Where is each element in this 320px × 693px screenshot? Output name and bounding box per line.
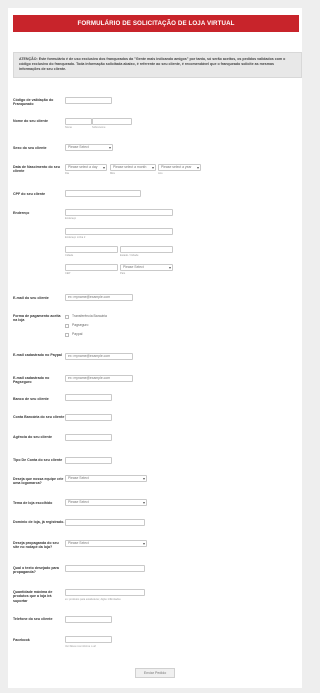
quantidade-input[interactable] xyxy=(65,589,145,596)
sublabel-ano: Ano xyxy=(158,172,163,175)
month-select[interactable]: Please select a month xyxy=(110,164,156,171)
option-paypal: Paypal xyxy=(72,332,83,336)
label-equipe: Deseja que nossa equipe crie uma logomar… xyxy=(13,477,64,486)
texto-input[interactable] xyxy=(65,565,145,572)
label-tema: Tema de loja escolhido xyxy=(13,501,53,505)
agencia-input[interactable] xyxy=(65,434,112,441)
checkbox-paypal[interactable] xyxy=(65,333,69,337)
cep-input[interactable] xyxy=(65,264,118,271)
tema-select[interactable]: Please Select xyxy=(65,499,147,506)
sublabel-facebook: Ver fãnes nos informe o url xyxy=(65,645,96,648)
label-telefone: Telefone do seu cliente xyxy=(13,617,53,621)
day-select[interactable]: Please select a day xyxy=(65,164,107,171)
propaganda-select[interactable]: Please Select xyxy=(65,540,147,547)
label-nascimento: Data de Nascimento do seu cliente xyxy=(13,165,60,174)
cpf-input[interactable] xyxy=(65,190,141,197)
label-agencia: Agência do seu cliente xyxy=(13,435,52,439)
label-quantidade: Quantidade máxima de produtos que a loja… xyxy=(13,590,53,603)
notice-box: ATENÇÃO: Este formulário é de uso exclus… xyxy=(13,52,302,78)
sublabel-pais: País xyxy=(120,272,126,275)
label-tipo-conta: Tipo De Conta do seu cliente xyxy=(13,458,63,462)
sublabel-first: Nome xyxy=(65,126,72,129)
pagseguro-email-input[interactable]: ex: myname@example.com xyxy=(65,375,133,382)
tipo-conta-input[interactable] xyxy=(65,457,112,464)
logomarca-select[interactable]: Please Select xyxy=(65,475,147,482)
form-title: FORMULÁRIO DE SOLICITAÇÃO DE LOJA VIRTUA… xyxy=(13,15,299,32)
telefone-input[interactable] xyxy=(65,616,112,623)
sublabel-estado: Estado / Cidade xyxy=(120,254,139,257)
label-banco: Banco de seu cliente xyxy=(13,397,49,401)
sublabel-cidade: Cidade xyxy=(65,254,74,257)
facebook-input[interactable] xyxy=(65,636,112,643)
sublabel-endereco: Endereço xyxy=(65,217,77,220)
option-pagseguro: Pagseguro xyxy=(72,323,89,327)
paypal-email-input[interactable]: ex: myname@example.com xyxy=(65,353,133,360)
checkbox-transferencia[interactable] xyxy=(65,315,69,319)
sublabel-last: Sobrenome xyxy=(92,126,106,129)
label-paypal: E-mail cadastrado no Paypal xyxy=(13,353,62,357)
label-email: E-mail do seu cliente xyxy=(13,296,49,300)
sublabel-cep: CEP xyxy=(65,272,71,275)
submit-button[interactable]: Enviar Pedido xyxy=(135,668,175,678)
sublabel-mes: Mês xyxy=(110,172,115,175)
form-container: FORMULÁRIO DE SOLICITAÇÃO DE LOJA VIRTUA… xyxy=(8,8,302,688)
dominio-input[interactable] xyxy=(65,519,145,526)
label-facebook: Facebook xyxy=(13,638,30,642)
label-dominio: Domínio de loja, já registrado. xyxy=(13,520,65,524)
address-line1-input[interactable] xyxy=(65,209,173,216)
country-select[interactable]: Please Select xyxy=(120,264,173,271)
sublabel-quantidade: ex: produtos para estabelecer, digite 1/… xyxy=(65,598,121,601)
year-select[interactable]: Please select a year xyxy=(158,164,201,171)
sexo-select[interactable]: Please Select xyxy=(65,144,113,151)
first-name-input[interactable] xyxy=(65,118,92,125)
sublabel-endereco2: Endereço Linha 2 xyxy=(65,236,86,239)
label-codigo: Código de validação do Franqueado xyxy=(13,98,54,107)
label-sexo: Sexo do seu cliente xyxy=(13,146,47,150)
city-input[interactable] xyxy=(65,246,118,253)
label-endereco: Endereço xyxy=(13,211,30,215)
address-line2-input[interactable] xyxy=(65,228,173,235)
email-input[interactable]: ex: myname@example.com xyxy=(65,294,133,301)
label-texto: Qual o texto desejado para propaganda? xyxy=(13,566,59,575)
label-conta: Conta Bancária do seu cliente xyxy=(13,415,65,419)
option-transferencia: Transferência Bancária xyxy=(72,314,107,318)
label-pagamento: Forma de pagamento aceita na loja xyxy=(13,314,61,323)
banco-input[interactable] xyxy=(65,394,112,401)
state-input[interactable] xyxy=(120,246,173,253)
checkbox-pagseguro[interactable] xyxy=(65,324,69,328)
label-cpf: CPF do seu cliente xyxy=(13,192,46,196)
label-nome: Nome do seu cliente xyxy=(13,119,48,123)
codigo-input[interactable] xyxy=(65,97,112,104)
label-pagseguro: E-mail cadastrado no Pagseguro xyxy=(13,376,50,385)
label-propaganda: Deseja propaganda do seu site no rodapé … xyxy=(13,541,59,550)
last-name-input[interactable] xyxy=(92,118,132,125)
conta-input[interactable] xyxy=(65,414,112,421)
sublabel-dia: Dia xyxy=(65,172,69,175)
